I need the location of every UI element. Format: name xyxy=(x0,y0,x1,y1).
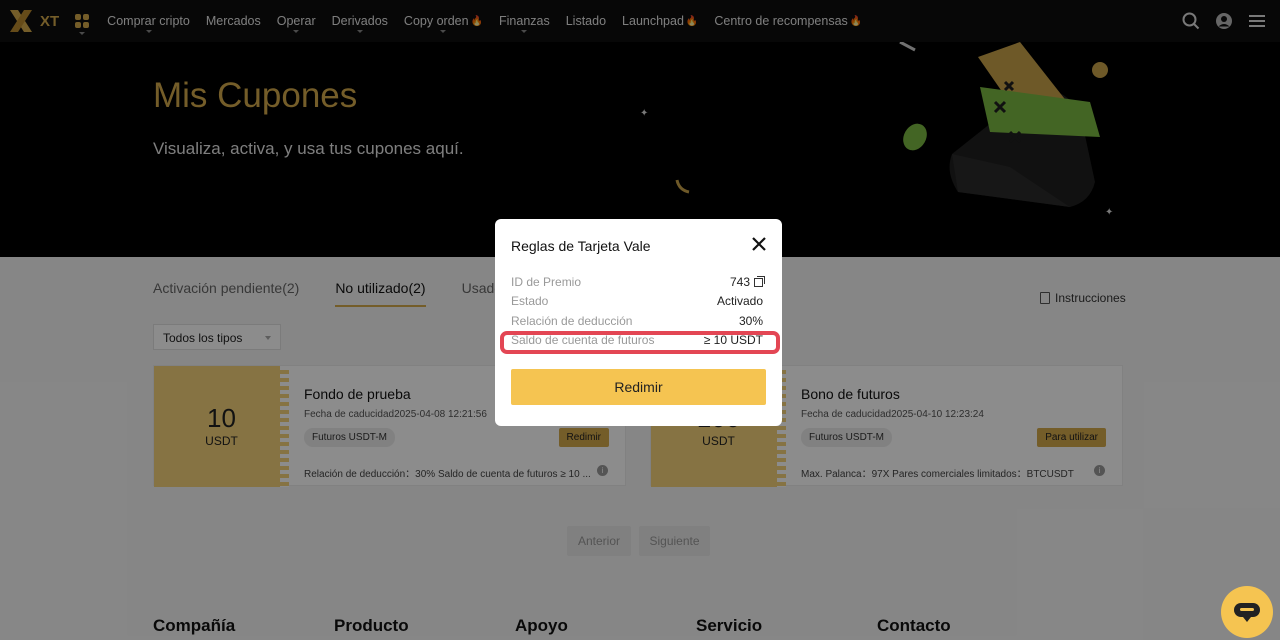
rule-value: Activado xyxy=(716,294,763,308)
rule-key: ID de Premio xyxy=(511,275,582,289)
rule-value: 30% xyxy=(738,314,763,328)
support-chat-button[interactable] xyxy=(1221,586,1273,638)
modal-redeem-button[interactable]: Redimir xyxy=(511,369,766,405)
copy-icon[interactable] xyxy=(754,275,765,287)
chat-icon xyxy=(1234,603,1260,622)
rule-row-premio-id: ID de Premio 743 xyxy=(511,275,765,289)
modal-title: Reglas de Tarjeta Vale xyxy=(511,238,651,254)
highlight-annotation xyxy=(500,331,780,354)
rule-value: 743 xyxy=(729,275,750,289)
close-icon[interactable] xyxy=(752,237,766,251)
rule-row-deduccion: Relación de deducción 30% xyxy=(511,314,763,328)
coupon-rules-modal: Reglas de Tarjeta Vale ID de Premio 743 … xyxy=(495,219,782,426)
rule-key: Estado xyxy=(511,294,549,308)
rule-row-estado: Estado Activado xyxy=(511,294,763,308)
rule-key: Relación de deducción xyxy=(511,314,633,328)
